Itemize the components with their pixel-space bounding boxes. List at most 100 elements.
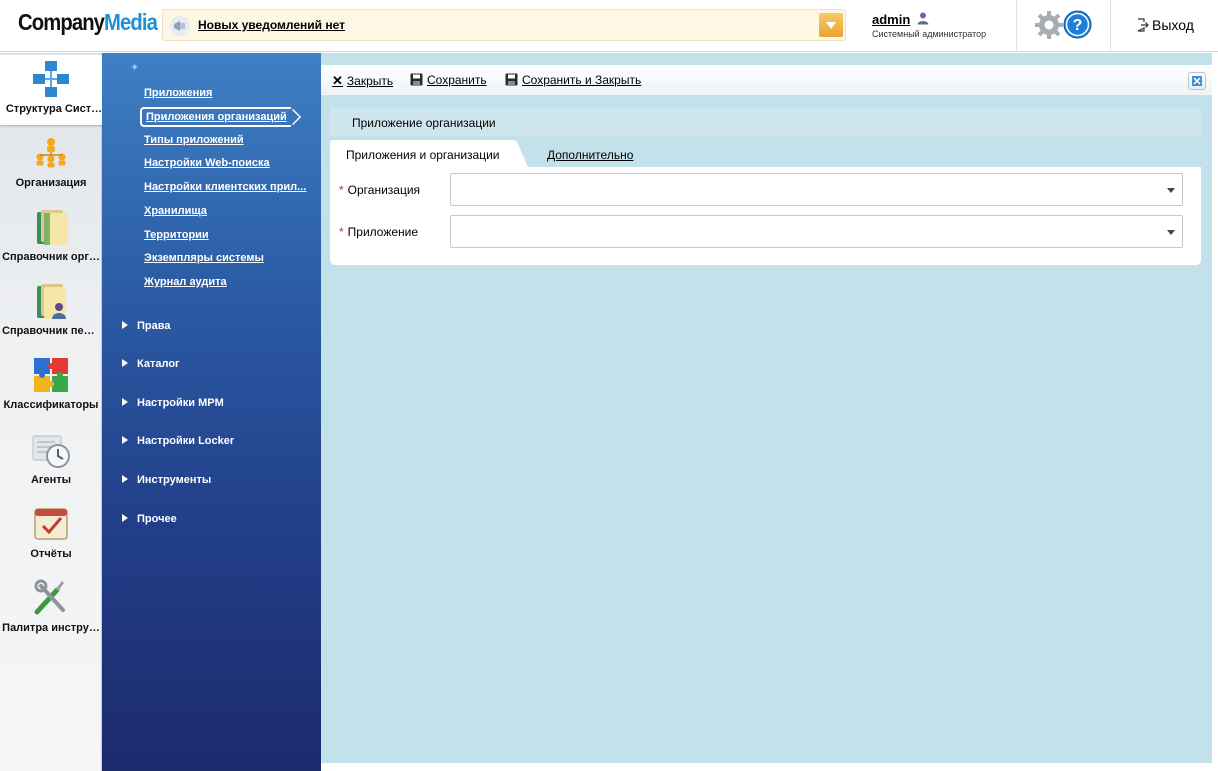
module-label: Отчёты	[30, 548, 72, 560]
nav-group-label: Инструменты	[137, 474, 212, 486]
save-icon	[410, 73, 423, 86]
folder-icon	[37, 210, 68, 245]
module-label: Агенты	[30, 474, 72, 486]
tab-additional[interactable]: Дополнительно	[547, 140, 633, 167]
chevron-down-icon[interactable]	[1167, 230, 1175, 235]
nav-group-label: Прочее	[137, 513, 177, 525]
organization-field-label: * Организация	[339, 183, 420, 197]
logout-button[interactable]: Выход	[1136, 17, 1194, 33]
notification-text[interactable]: Новых уведомлений нет	[198, 18, 345, 32]
folder-person-icon	[37, 284, 66, 319]
svg-text:?: ?	[1073, 17, 1083, 34]
gear-icon[interactable]	[1034, 10, 1064, 40]
nav-link-org-applications[interactable]: Приложения организаций	[140, 107, 291, 127]
main-content: ✕ Закрыть Сохранить Сохранить и Закрыть П…	[321, 53, 1212, 763]
required-mark: *	[339, 225, 344, 239]
nav-link-applications[interactable]: Приложения	[144, 87, 212, 99]
nav-group-tools[interactable]: Инструменты	[122, 474, 211, 486]
organization-icon	[36, 138, 66, 168]
user-name-link[interactable]: admin	[872, 12, 910, 27]
nav-link-territories[interactable]: Территории	[144, 229, 209, 241]
module-label: Структура Сист…	[5, 103, 103, 115]
puzzle-icon	[34, 358, 68, 392]
nav-group-label: Каталог	[137, 358, 180, 370]
nav-group-catalog[interactable]: Каталог	[122, 358, 180, 370]
pin-icon[interactable]: ✦	[130, 61, 142, 74]
save-button[interactable]: Сохранить	[410, 73, 487, 87]
nav-group-mpm-settings[interactable]: Настройки MPM	[122, 397, 224, 409]
module-label: Справочник орг…	[2, 251, 100, 263]
module-label: Организация	[15, 177, 87, 189]
close-label: Закрыть	[346, 74, 394, 88]
nav-link-audit-log[interactable]: Журнал аудита	[144, 276, 227, 288]
header-divider	[1110, 0, 1111, 52]
nav-group-other[interactable]: Прочее	[122, 513, 177, 525]
nav-link-application-types[interactable]: Типы приложений	[144, 134, 244, 146]
nav-group-label: Права	[137, 320, 171, 332]
save-and-close-button[interactable]: Сохранить и Закрыть	[505, 73, 641, 87]
module-sidebar: Структура Сист… Организация Справочник о…	[0, 53, 117, 771]
question-icon[interactable]: ?	[1063, 10, 1092, 39]
nav-group-label: Настройки MPM	[137, 397, 224, 409]
notification-dropdown-button[interactable]	[819, 13, 843, 37]
expand-arrow-icon	[122, 514, 128, 522]
module-org-directory[interactable]: Справочник орг…	[0, 203, 102, 273]
megaphone-icon	[170, 16, 190, 36]
nav-group-rights[interactable]: Права	[122, 320, 170, 332]
organization-select[interactable]	[450, 173, 1183, 206]
nav-group-label: Настройки Locker	[137, 435, 235, 447]
nav-link-storages[interactable]: Хранилища	[144, 205, 207, 217]
maximize-button[interactable]	[1188, 72, 1206, 90]
logo-part-2: Media	[104, 9, 158, 35]
close-button[interactable]: ✕ Закрыть	[332, 73, 393, 89]
app-logo[interactable]: CompanyMedia	[18, 9, 158, 36]
application-select[interactable]	[450, 215, 1183, 248]
nav-link-web-search-settings[interactable]: Настройки Web-поиска	[144, 157, 270, 169]
save-icon	[505, 73, 518, 86]
save-label: Сохранить	[427, 73, 487, 87]
user-info: admin Системный администратор	[872, 11, 986, 39]
form-title: Приложение организации	[352, 116, 496, 130]
form-toolbar: ✕ Закрыть Сохранить Сохранить и Закрыть	[321, 65, 1212, 96]
app-header: CompanyMedia Новых уведомлений нет admin…	[0, 0, 1218, 52]
nav-link-client-app-settings[interactable]: Настройки клиентских прил...	[144, 181, 306, 193]
field-label-text: Приложение	[347, 225, 419, 239]
expand-arrow-icon	[122, 398, 128, 406]
module-organization[interactable]: Организация	[0, 129, 102, 199]
close-icon: ✕	[332, 73, 343, 88]
module-label: Классификаторы	[3, 399, 99, 411]
tools-icon	[34, 579, 65, 615]
nav-link-system-instances[interactable]: Экземпляры системы	[144, 252, 264, 264]
module-system-structure[interactable]: Структура Сист…	[0, 55, 117, 125]
nav-group-locker-settings[interactable]: Настройки Locker	[122, 435, 234, 447]
module-person-directory[interactable]: Справочник пер…	[0, 277, 102, 347]
maximize-icon	[1192, 76, 1202, 86]
form-header: Приложение организации	[330, 108, 1201, 136]
system-structure-icon	[33, 61, 69, 97]
module-classifiers[interactable]: Классификаторы	[0, 351, 102, 421]
module-label: Палитра инстру…	[2, 622, 100, 634]
calendar-check-icon	[34, 508, 68, 540]
field-label-text: Организация	[347, 183, 421, 197]
expand-arrow-icon	[122, 436, 128, 444]
clock-icon	[32, 435, 70, 468]
module-tool-palette[interactable]: Палитра инстру…	[0, 574, 102, 644]
module-reports[interactable]: Отчёты	[0, 500, 102, 570]
module-label: Справочник пер…	[2, 325, 100, 337]
expand-arrow-icon	[122, 359, 128, 367]
logo-part-1: Company	[18, 9, 105, 35]
notification-bar[interactable]: Новых уведомлений нет	[162, 9, 846, 41]
logout-label: Выход	[1152, 17, 1194, 33]
tab-applications-and-organizations[interactable]: Приложения и организации	[330, 140, 528, 167]
header-divider	[1016, 0, 1017, 52]
logout-icon	[1137, 18, 1149, 32]
application-field-label: * Приложение	[339, 225, 418, 239]
expand-arrow-icon	[122, 475, 128, 483]
form-body: * Организация * Приложение	[330, 167, 1201, 265]
user-icon	[917, 12, 929, 25]
required-mark: *	[339, 183, 344, 197]
module-agents[interactable]: Агенты	[0, 426, 102, 496]
user-role: Системный администратор	[872, 29, 987, 39]
chevron-down-icon[interactable]	[1167, 188, 1175, 193]
section-nav-panel: ✦ Приложения Приложения организаций Типы…	[102, 53, 321, 771]
